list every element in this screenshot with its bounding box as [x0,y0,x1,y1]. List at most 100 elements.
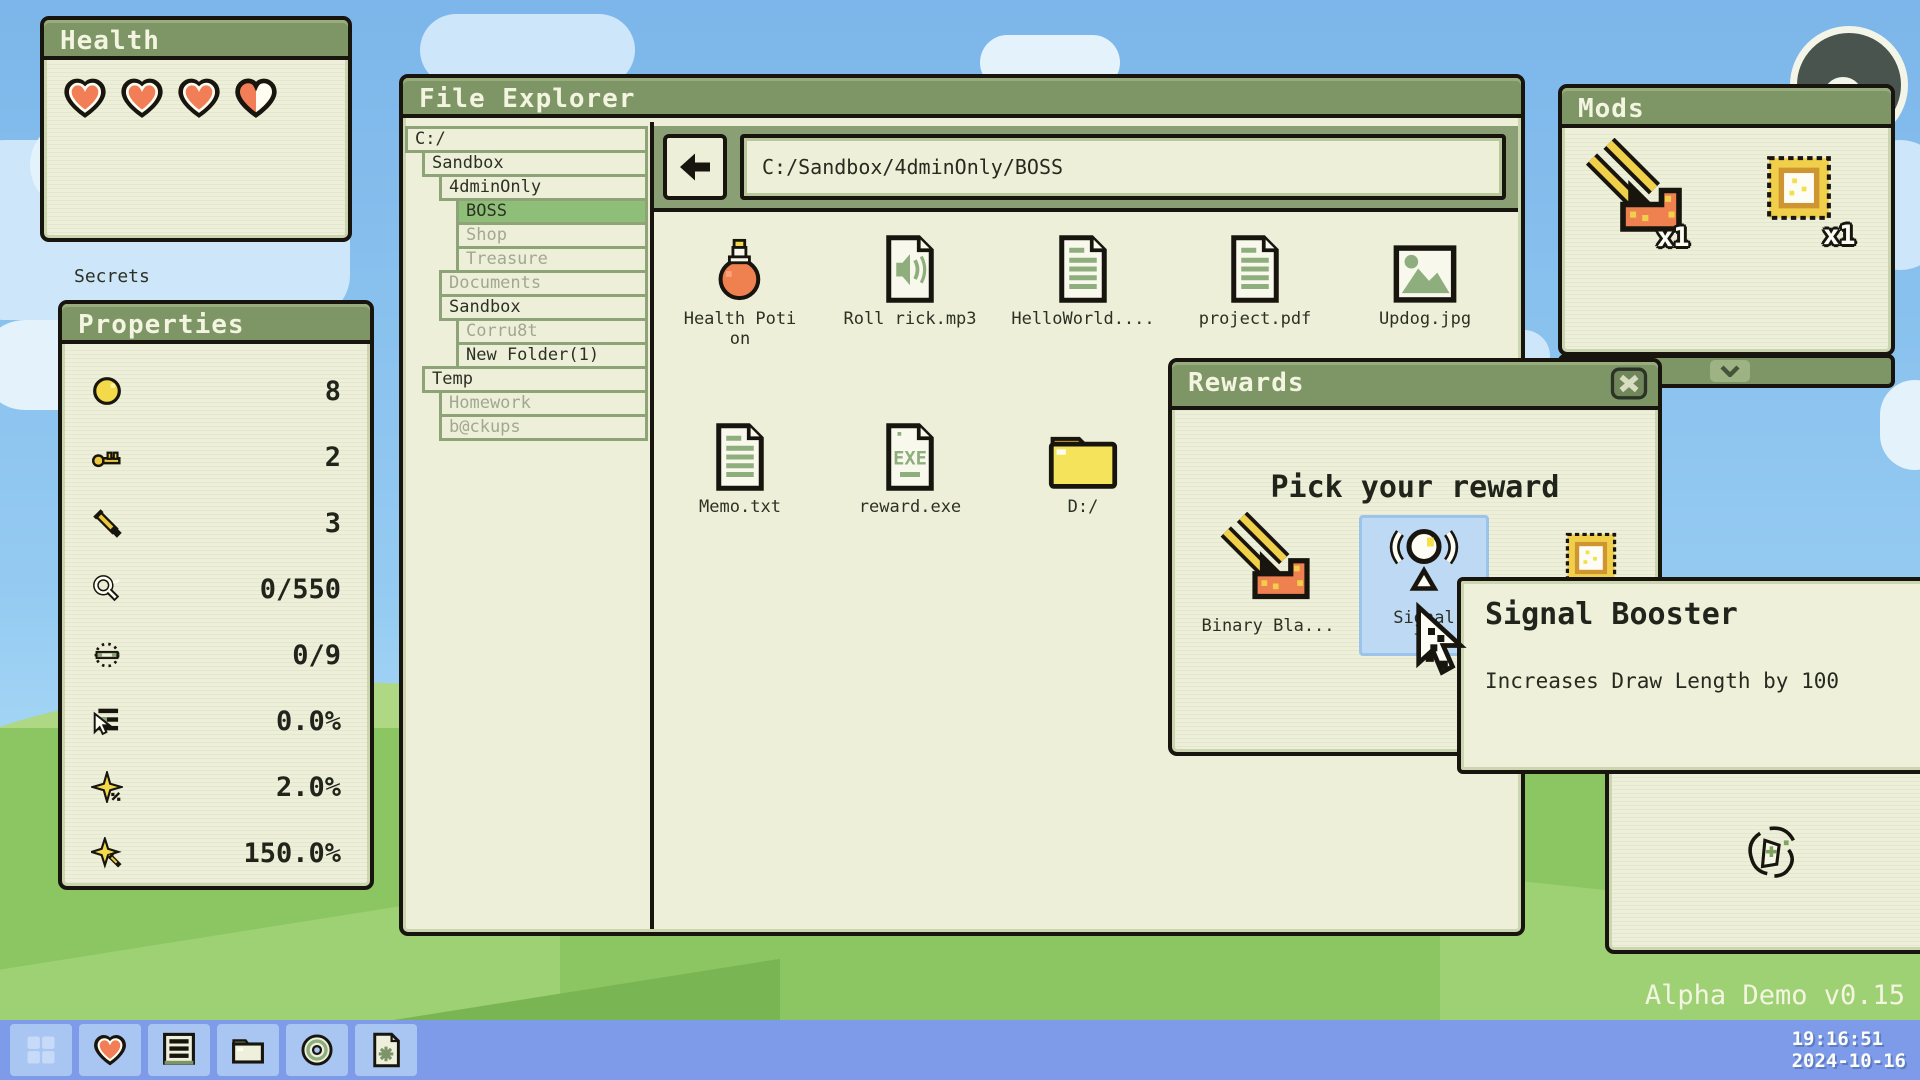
tree-item[interactable]: Documents [439,270,648,297]
file-item[interactable]: Memo.txt [665,418,815,518]
health-title-bar[interactable]: Health [44,20,348,60]
property-value: 3 [325,508,341,539]
bow-weapon-icon [1216,512,1320,616]
tree-item[interactable]: Shop [456,222,648,249]
path-toolbar: C:/Sandbox/4dminOnly/BOSS [654,126,1518,212]
tree-item[interactable]: Treasure [456,246,648,273]
mod-count-badge: x1 [1657,222,1690,253]
crumpled-paper-icon [1734,819,1810,895]
rewards-title: Rewards [1188,368,1305,398]
file-item[interactable]: project.pdf [1180,230,1330,330]
dotted-ring-icon [91,639,123,671]
tree-item[interactable]: C:/ [405,126,648,153]
property-value: 0.0% [276,706,341,737]
taskbar-list-button[interactable] [148,1024,210,1076]
file-item[interactable]: Updog.jpg [1350,230,1500,330]
folder-tree: C:/ Sandbox 4dminOnly BOSS Shop Treasure… [405,126,650,929]
cd-icon [299,1032,335,1068]
file-explorer-title-bar[interactable]: File Explorer [403,78,1521,118]
property-row: 8 [65,358,367,424]
list-icon [161,1032,197,1068]
tree-item[interactable]: b@ckups [439,414,648,441]
taskbar-folder-button[interactable] [217,1024,279,1076]
secrets-label: Secrets [74,266,150,287]
file-label: Health Potion [681,310,799,349]
taskbar-health-button[interactable] [79,1024,141,1076]
taskbar-settings-file-button[interactable] [355,1024,417,1076]
tree-item[interactable]: 4dminOnly [439,174,648,201]
text-file-icon [710,422,770,492]
file-label: Memo.txt [699,498,781,518]
text-file-icon [1053,234,1113,304]
file-label: Roll rick.mp3 [843,310,976,330]
clock-date: 2024-10-16 [1792,1050,1906,1072]
property-value: 2 [325,442,341,473]
health-title: Health [60,26,160,56]
folder-icon [1046,428,1120,492]
taskbar-cd-button[interactable] [286,1024,348,1076]
mouse-cursor-icon [1414,600,1470,684]
mods-title: Mods [1578,94,1645,124]
tooltip-title: Signal Booster [1485,597,1738,632]
path-field[interactable]: C:/Sandbox/4dminOnly/BOSS [740,134,1506,200]
file-label: reward.exe [859,498,961,518]
tree-item[interactable]: Temp [422,366,648,393]
heart-full-icon [63,78,107,118]
path-text: C:/Sandbox/4dminOnly/BOSS [762,155,1063,179]
file-item[interactable]: D:/ [1008,418,1158,518]
antenna-icon [1385,524,1463,608]
file-label: Updog.jpg [1379,310,1471,330]
chip-icon[interactable] [1761,150,1837,226]
properties-title-bar[interactable]: Properties [62,304,370,344]
health-hearts [63,78,278,118]
heart-half-icon [234,78,278,118]
coin-icon [91,375,123,407]
file-item[interactable]: reward.exe [835,418,985,518]
close-icon[interactable] [1610,367,1648,400]
image-file-icon [1392,244,1458,304]
tree-item[interactable]: Sandbox [422,150,648,177]
property-row: 3 [65,490,367,556]
file-label: D:/ [1068,498,1099,518]
file-item[interactable]: Roll rick.mp3 [835,230,985,330]
cloud [1880,380,1920,470]
tree-item[interactable]: Homework [439,390,648,417]
tree-item[interactable]: New Folder(1) [456,342,648,369]
collapse-button[interactable] [1710,360,1750,382]
property-row: 0/9 [65,622,367,688]
properties-window: Properties 8 2 3 0/550 0/9 [58,300,374,890]
property-row: 0.0% [65,688,367,754]
property-value: 150.0% [243,838,341,869]
mods-title-bar[interactable]: Mods [1562,88,1891,128]
version-label: Alpha Demo v0.15 [1645,980,1905,1011]
file-item[interactable]: HelloWorld.... [1008,230,1158,330]
magnifier-icon [91,573,123,605]
folder-icon [230,1032,266,1068]
item-tooltip: Signal Booster Increases Draw Length by … [1457,577,1920,774]
back-button[interactable] [663,134,727,200]
windows-grid-icon [23,1032,59,1068]
heart-icon [93,1034,127,1066]
file-label: project.pdf [1199,310,1312,330]
file-explorer-title: File Explorer [419,84,636,114]
audio-file-icon [880,234,940,304]
sword-icon [91,507,123,539]
property-row: 150.0% [65,820,367,886]
mod-count-badge: x1 [1823,220,1856,251]
cursor-list-icon [91,705,123,737]
file-item[interactable]: Health Potion [665,230,815,349]
text-file-icon [1225,234,1285,304]
tree-item-selected[interactable]: BOSS [456,198,648,225]
property-value: 2.0% [276,772,341,803]
property-value: 0/9 [292,640,341,671]
clock-time: 19:16:51 [1792,1028,1906,1050]
property-row: 2 [65,424,367,490]
reward-item-binary-blaster[interactable]: Binary Bla... [1193,512,1343,636]
tree-item[interactable]: Corru8t [456,318,648,345]
taskbar-windows-grid-button[interactable] [10,1024,72,1076]
game-screen: Health Secrets Properties 8 2 [0,0,1920,1080]
rewards-title-bar[interactable]: Rewards [1172,362,1658,410]
tree-item[interactable]: Sandbox [439,294,648,321]
health-window: Health [40,16,352,242]
rewards-heading: Pick your reward [1175,470,1655,505]
